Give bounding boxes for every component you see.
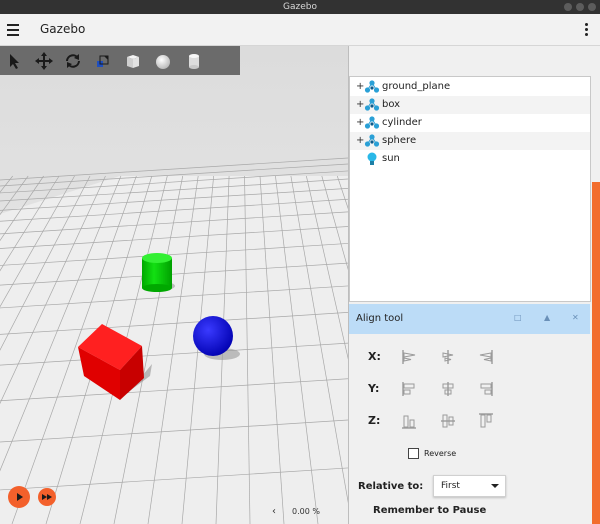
menu-icon[interactable] [7, 24, 19, 36]
tree-item-label: box [382, 99, 401, 110]
select-icon[interactable] [4, 50, 26, 72]
scale-icon[interactable] [92, 50, 114, 72]
translate-icon[interactable] [33, 50, 55, 72]
align-y-min-button[interactable] [400, 380, 418, 398]
tree-item-box[interactable]: + box [350, 96, 590, 114]
tree-item-ground-plane[interactable]: + ground_plane [350, 78, 590, 96]
align-x-max-button[interactable] [477, 348, 495, 366]
reverse-checkbox[interactable] [408, 448, 419, 459]
tree-item-sun[interactable]: sun [350, 150, 590, 168]
scene-canvas[interactable] [0, 46, 348, 524]
model-icon [364, 115, 380, 131]
sphere-icon[interactable] [152, 50, 174, 72]
light-icon [364, 151, 380, 167]
sphere-model[interactable] [193, 316, 233, 356]
align-tool-title: Align tool [356, 313, 404, 324]
remember-to-pause-label: Remember to Pause [373, 505, 487, 516]
align-z-center-button[interactable] [439, 412, 457, 430]
reverse-label: Reverse [424, 449, 457, 458]
collapse-panel-button[interactable]: ▲ [544, 313, 550, 322]
relative-to-value: First [441, 481, 460, 491]
fast-forward-icon [42, 494, 52, 500]
minimize-button[interactable] [564, 3, 572, 11]
scene-viewport[interactable] [0, 46, 348, 524]
window-titlebar: Gazebo [0, 0, 600, 14]
app-name: Gazebo [40, 22, 86, 36]
close-panel-button[interactable]: ✕ [572, 313, 579, 322]
relative-to-label: Relative to: [358, 481, 424, 492]
align-y-max-button[interactable] [477, 380, 495, 398]
align-tool-body: X: Y: Z: Reverse Relative to: First Reme… [349, 334, 590, 524]
chevron-down-icon [491, 484, 499, 488]
rotate-icon[interactable] [62, 50, 84, 72]
align-y-center-button[interactable] [439, 380, 457, 398]
model-icon [364, 133, 380, 149]
app-bar: Gazebo [0, 14, 600, 46]
collapse-stats-button[interactable]: ‹ [272, 506, 276, 517]
axis-label-z: Z: [368, 414, 381, 427]
more-options-icon[interactable] [583, 23, 589, 37]
relative-to-select[interactable]: First [433, 475, 506, 497]
align-z-min-button[interactable] [400, 412, 418, 430]
ground-plane [0, 176, 348, 524]
tree-item-label: ground_plane [382, 81, 451, 92]
tree-item-cylinder[interactable]: + cylinder [350, 114, 590, 132]
cylinder-model[interactable] [142, 253, 172, 292]
align-z-max-button[interactable] [477, 412, 495, 430]
real-time-factor: 0.00 % [292, 507, 320, 516]
tree-item-label: sphere [382, 135, 417, 146]
axis-label-y: Y: [368, 382, 380, 395]
panel-scrollbar[interactable] [592, 182, 600, 524]
box-icon[interactable] [122, 50, 144, 72]
model-icon [364, 79, 380, 95]
tree-item-label: sun [382, 153, 400, 164]
cylinder-icon[interactable] [183, 50, 205, 72]
entity-tree: + ground_plane + box + cylinder + sphere… [349, 76, 591, 302]
close-window-button[interactable] [588, 3, 596, 11]
tree-item-label: cylinder [382, 117, 422, 128]
float-panel-button[interactable]: □ [514, 313, 522, 322]
window-title: Gazebo [283, 2, 317, 12]
model-icon [364, 97, 380, 113]
play-icon [17, 493, 23, 501]
scene-toolbar [0, 46, 240, 75]
align-x-min-button[interactable] [400, 348, 418, 366]
axis-label-x: X: [368, 350, 381, 363]
maximize-button[interactable] [576, 3, 584, 11]
play-button[interactable] [8, 486, 30, 508]
align-x-center-button[interactable] [439, 348, 457, 366]
step-forward-button[interactable] [38, 488, 56, 506]
tree-item-sphere[interactable]: + sphere [350, 132, 590, 150]
align-tool-header: Align tool □ ▲ ✕ [349, 304, 590, 334]
